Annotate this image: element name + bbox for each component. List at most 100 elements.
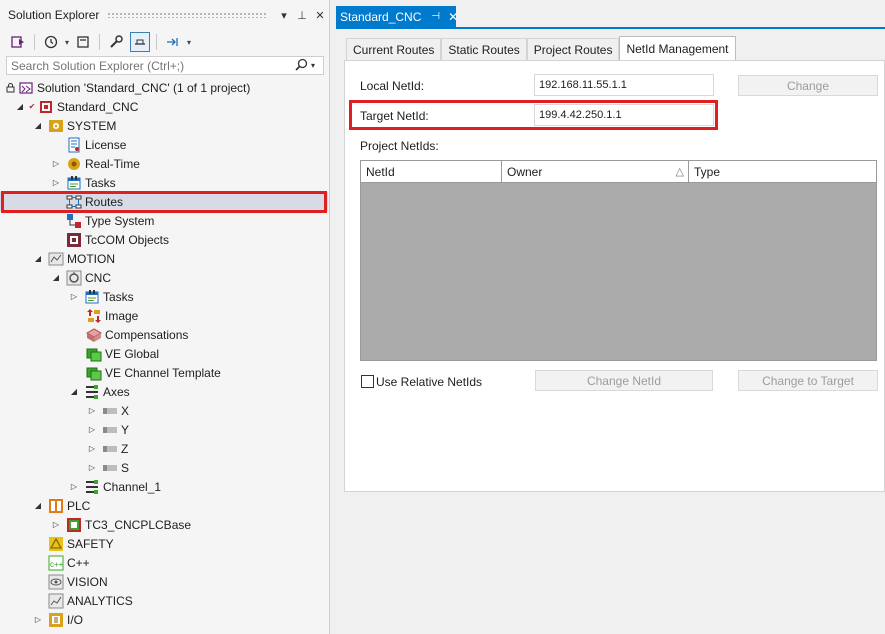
project-netids-grid[interactable]: NetId Owner △ Type	[360, 160, 877, 361]
collapsed-arrow-icon[interactable]: ▷	[68, 481, 80, 493]
axis-icon	[102, 403, 118, 419]
toolbar-separator	[34, 34, 35, 50]
collapsed-arrow-icon[interactable]: ▷	[86, 462, 98, 474]
tree-item-vision[interactable]: VISION	[0, 572, 328, 591]
tree-item-compensations[interactable]: Compensations	[0, 325, 328, 344]
tree-item-io[interactable]: ▷ I/O	[0, 610, 328, 629]
switch-views-icon[interactable]	[8, 32, 28, 52]
document-tab-standard-cnc[interactable]: Standard_CNC ⊣ ✕	[336, 6, 458, 27]
sync-with-document-icon[interactable]	[163, 32, 183, 52]
column-header-type[interactable]: Type	[689, 161, 876, 183]
solution-icon	[18, 80, 34, 96]
tab-netid-management[interactable]: NetId Management	[619, 36, 736, 60]
tree-item-axis-x[interactable]: ▷ X	[0, 401, 328, 420]
drag-grip[interactable]	[107, 12, 268, 18]
expanded-arrow-icon[interactable]: ◢	[68, 386, 80, 398]
collapsed-arrow-icon[interactable]: ▷	[86, 424, 98, 436]
collapsed-arrow-icon[interactable]: ▷	[68, 291, 80, 303]
tree-item-cnc-tasks[interactable]: ▷ Tasks	[0, 287, 328, 306]
tree-item-type-system[interactable]: Type System	[0, 211, 328, 230]
tree-item-label: TC3_CNCPLCBase	[85, 517, 192, 532]
channel-icon	[84, 479, 100, 495]
tree-item-axis-y[interactable]: ▷ Y	[0, 420, 328, 439]
window-position-dropdown-icon[interactable]: ▾	[276, 9, 292, 22]
collapsed-arrow-icon[interactable]: ▷	[86, 405, 98, 417]
tree-item-analytics[interactable]: ANALYTICS	[0, 591, 328, 610]
tree-item-label: Standard_CNC	[57, 99, 139, 114]
grid-header: NetId Owner △ Type	[361, 161, 876, 183]
pin-tab-icon[interactable]: ⊣	[431, 11, 440, 22]
expanded-arrow-icon[interactable]: ◢	[32, 120, 44, 132]
search-options-dropdown-icon[interactable]: ▾	[311, 61, 323, 70]
properties-wrench-icon[interactable]	[106, 32, 126, 52]
tree-item-motion[interactable]: ◢ MOTION	[0, 249, 328, 268]
tab-current-routes[interactable]: Current Routes	[346, 38, 442, 60]
column-header-label: Type	[694, 165, 721, 179]
tree-item-real-time[interactable]: ▷ Real-Time	[0, 154, 328, 173]
tree-item-routes[interactable]: Routes	[0, 192, 328, 211]
tree-item-image[interactable]: Image	[0, 306, 328, 325]
pending-changes-icon[interactable]	[41, 32, 61, 52]
sort-ascending-icon: △	[675, 166, 684, 178]
tree-item-tasks[interactable]: ▷ Tasks	[0, 173, 328, 192]
collapsed-arrow-icon[interactable]: ▷	[50, 177, 62, 189]
tree-item-cpp[interactable]: c++ C++	[0, 553, 328, 572]
column-header-owner[interactable]: Owner △	[502, 161, 689, 183]
tree-item-solution[interactable]: Solution 'Standard_CNC' (1 of 1 project)	[0, 78, 328, 97]
change-to-target-button[interactable]: Change to Target	[738, 370, 878, 391]
analytics-icon	[48, 593, 64, 609]
collapsed-arrow-icon[interactable]: ▷	[32, 614, 44, 626]
expanded-arrow-icon[interactable]: ◢	[32, 500, 44, 512]
expanded-arrow-icon[interactable]: ◢	[32, 253, 44, 265]
local-netid-field[interactable]: 192.168.11.55.1.1	[534, 74, 714, 96]
collapsed-arrow-icon[interactable]: ▷	[50, 519, 62, 531]
solution-search-box[interactable]: ▾	[6, 56, 324, 75]
tab-static-routes[interactable]: Static Routes	[441, 38, 527, 60]
collapsed-arrow-icon[interactable]: ▷	[86, 443, 98, 455]
tree-item-label: Routes	[85, 194, 124, 209]
tree-item-label: Compensations	[105, 327, 189, 342]
tree-item-plc[interactable]: ◢ PLC	[0, 496, 328, 515]
close-icon[interactable]: ✕	[312, 9, 328, 22]
pending-changes-dropdown-icon[interactable]: ▾	[65, 38, 69, 47]
close-tab-icon[interactable]: ✕	[448, 10, 458, 24]
tree-item-ve-global[interactable]: VE Global	[0, 344, 328, 363]
tree-item-axis-z[interactable]: ▷ Z	[0, 439, 328, 458]
collapsed-arrow-icon[interactable]: ▷	[50, 158, 62, 170]
search-icon[interactable]	[291, 58, 311, 74]
tree-item-system[interactable]: ◢ SYSTEM	[0, 116, 328, 135]
column-header-netid[interactable]: NetId	[361, 161, 502, 183]
preview-selected-items-icon[interactable]	[130, 32, 151, 52]
routes-icon	[66, 194, 82, 210]
tree-item-license[interactable]: License	[0, 135, 328, 154]
tree-item-tccom-objects[interactable]: TcCOM Objects	[0, 230, 328, 249]
tree-item-axes[interactable]: ◢ Axes	[0, 382, 328, 401]
expanded-arrow-icon[interactable]: ◢	[14, 101, 26, 113]
collapse-all-icon[interactable]	[73, 32, 93, 52]
tree-item-axis-s[interactable]: ▷ S	[0, 458, 328, 477]
tree-item-label: Tasks	[103, 289, 134, 304]
tree-item-label: S	[121, 460, 130, 475]
tree-item-label: Z	[121, 441, 129, 456]
change-button[interactable]: Change	[738, 75, 878, 96]
tree-item-ve-channel-template[interactable]: VE Channel Template	[0, 363, 328, 382]
tree-item-tc3-cncplcbase[interactable]: ▷ TC3_CNCPLCBase	[0, 515, 328, 534]
use-relative-netids-checkbox[interactable]	[361, 375, 374, 388]
target-netid-field[interactable]: 199.4.42.250.1.1	[534, 104, 714, 126]
route-tabs: Current Routes Static Routes Project Rou…	[346, 36, 736, 60]
solution-search-input[interactable]	[11, 58, 291, 73]
tree-item-label: SYSTEM	[67, 118, 117, 133]
pin-icon[interactable]: ⊥	[294, 9, 310, 22]
sync-dropdown-icon[interactable]: ▾	[187, 38, 191, 47]
tree-item-safety[interactable]: SAFETY	[0, 534, 328, 553]
tab-project-routes[interactable]: Project Routes	[526, 38, 620, 60]
tree-item-channel-1[interactable]: ▷ Channel_1	[0, 477, 328, 496]
solution-explorer-titlebar: Solution Explorer ▾ ⊥ ✕	[0, 0, 330, 30]
tree-item-project[interactable]: ◢ ✔ Standard_CNC	[0, 97, 328, 116]
plc-project-icon	[66, 517, 82, 533]
tree-item-label: TcCOM Objects	[85, 232, 170, 247]
change-netid-button[interactable]: Change NetId	[535, 370, 713, 391]
tree-item-cnc[interactable]: ◢ CNC	[0, 268, 328, 287]
expanded-arrow-icon[interactable]: ◢	[50, 272, 62, 284]
